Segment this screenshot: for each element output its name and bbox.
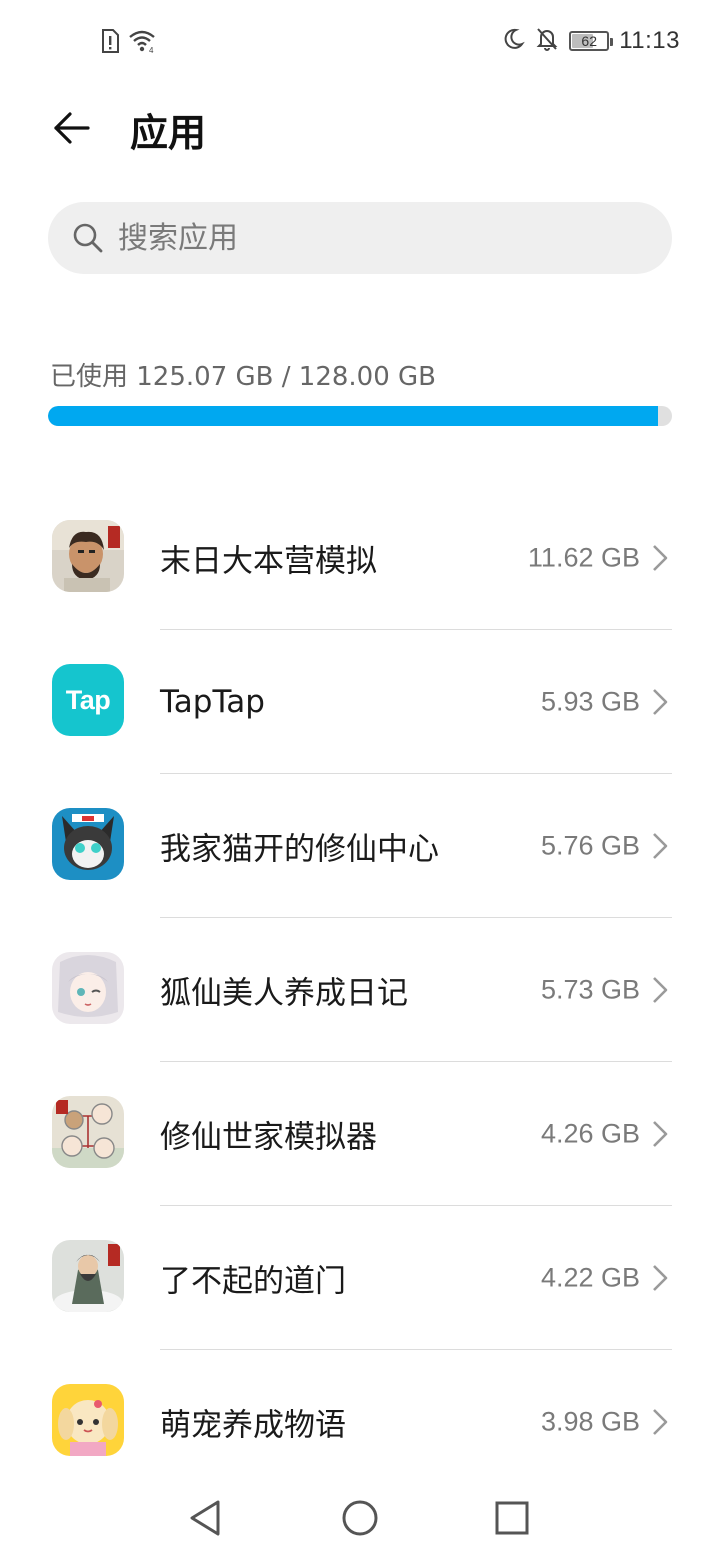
home-circle-icon (342, 1500, 378, 1536)
list-item[interactable]: 我家猫开的修仙中心 5.76 GB (0, 774, 720, 918)
app-size: 5.76 GB (540, 830, 640, 861)
app-list: 末日大本营模拟 11.62 GB Tap TapTap 5.93 GB 我家猫开… (0, 486, 720, 1494)
list-item[interactable]: 了不起的道门 4.22 GB (0, 1206, 720, 1350)
moon-icon (501, 27, 526, 55)
recents-square-icon (495, 1501, 529, 1535)
app-name: 修仙世家模拟器 (160, 1119, 377, 1156)
app-name: 末日大本营模拟 (160, 543, 377, 580)
app-name: 萌宠养成物语 (160, 1407, 346, 1444)
storage-usage-fill (48, 406, 658, 426)
taptap-logo-text: Tap (65, 684, 111, 715)
list-item[interactable]: 末日大本营模拟 11.62 GB (0, 486, 720, 630)
nav-recents-button[interactable] (482, 1488, 542, 1548)
app-size: 5.73 GB (540, 974, 640, 1005)
search-bar[interactable] (48, 202, 672, 274)
chevron-right-icon (653, 689, 668, 715)
taoist-sect-app-icon (52, 1240, 124, 1312)
chevron-right-icon (653, 1121, 668, 1147)
back-triangle-icon (190, 1500, 220, 1536)
battery-level: 62 (581, 33, 597, 49)
nav-back-button[interactable] (176, 1488, 236, 1548)
header: 应用 (0, 92, 720, 162)
app-size: 4.26 GB (540, 1118, 640, 1149)
chevron-right-icon (653, 1409, 668, 1435)
status-time: 11:13 (619, 27, 680, 54)
page-title: 应用 (130, 111, 207, 155)
back-button[interactable] (44, 100, 100, 156)
taptap-app-icon: Tap (52, 664, 124, 736)
list-item[interactable]: 萌宠养成物语 3.98 GB (0, 1350, 720, 1494)
status-left-icons: 4 (100, 28, 158, 58)
cat-cultivation-app-icon (52, 808, 124, 880)
chevron-right-icon (653, 545, 668, 571)
bell-off-icon (535, 26, 559, 56)
svg-text:4: 4 (149, 46, 154, 54)
chevron-right-icon (653, 977, 668, 1003)
cute-pet-app-icon (52, 1384, 124, 1456)
app-storage-screen: 4 62 11:13 应用 搜索应用 已使用 125.07 GB / 128.0… (0, 0, 720, 1560)
system-nav-bar (0, 1474, 720, 1560)
app-size: 5.93 GB (540, 686, 640, 717)
list-item[interactable]: 修仙世家模拟器 4.26 GB (0, 1062, 720, 1206)
nav-home-button[interactable] (330, 1488, 390, 1548)
sim-alert-icon (100, 28, 120, 58)
wifi-icon: 4 (128, 28, 158, 58)
app-size: 3.98 GB (540, 1406, 640, 1437)
app-size: 4.22 GB (540, 1262, 640, 1293)
app-name: 了不起的道门 (160, 1263, 346, 1300)
app-name: 狐仙美人养成日记 (160, 975, 408, 1012)
list-item[interactable]: 狐仙美人养成日记 5.73 GB (0, 918, 720, 1062)
cultivation-family-app-icon (52, 1096, 124, 1168)
doomsday-base-app-icon (52, 520, 124, 592)
search-input[interactable] (118, 220, 618, 256)
battery-icon: 62 (569, 31, 614, 51)
arrow-left-icon (54, 112, 90, 144)
status-right-icons: 62 11:13 (501, 26, 680, 56)
app-size: 11.62 GB (527, 542, 640, 573)
status-bar: 4 62 11:13 (0, 0, 720, 84)
chevron-right-icon (653, 1265, 668, 1291)
fox-fairy-app-icon (52, 952, 124, 1024)
app-name: TapTap (160, 684, 265, 720)
chevron-right-icon (653, 833, 668, 859)
list-item[interactable]: Tap TapTap 5.93 GB (0, 630, 720, 774)
storage-usage-label: 已使用 125.07 GB / 128.00 GB (50, 362, 437, 392)
storage-usage-bar (48, 406, 672, 426)
app-name: 我家猫开的修仙中心 (160, 831, 439, 868)
search-icon (73, 223, 103, 253)
